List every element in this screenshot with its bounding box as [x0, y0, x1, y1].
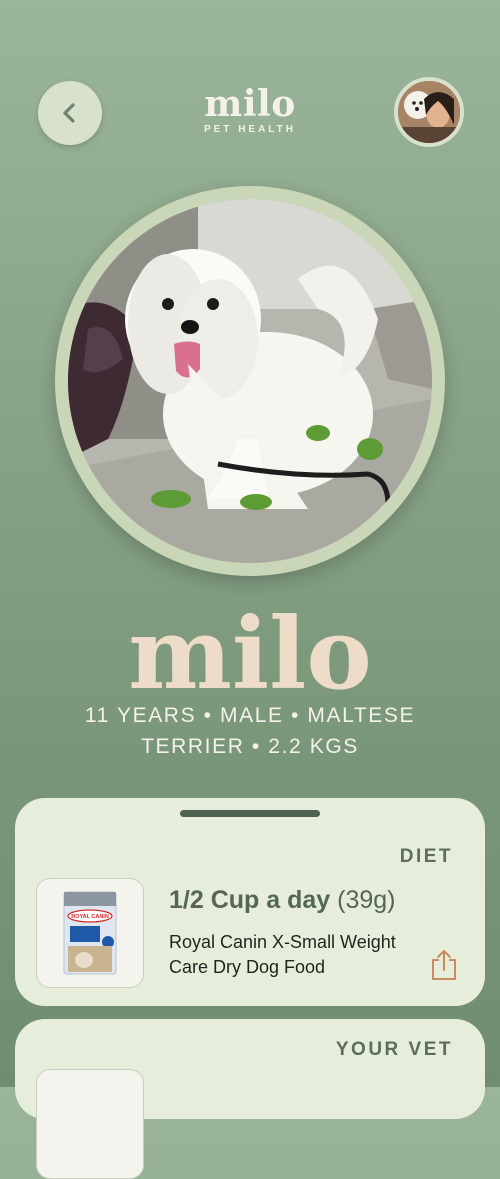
avatar-photo	[398, 81, 460, 143]
share-button[interactable]	[429, 948, 459, 982]
royal-canin-logo-text: ROYAL CANIN	[71, 914, 109, 920]
diet-amount-grams: (39g)	[337, 886, 396, 914]
drag-handle[interactable]	[180, 810, 320, 817]
food-product-image: ROYAL CANIN	[36, 878, 144, 988]
food-bag-image: ROYAL CANIN	[63, 891, 117, 975]
user-avatar[interactable]	[394, 77, 464, 147]
diet-food-name: Royal Canin X-Small Weight Care Dry Dog …	[169, 932, 396, 977]
pet-photo-image	[68, 199, 432, 563]
diet-card[interactable]: DIET ROYAL CANIN 1/2 Cup a day (39g) Roy…	[15, 798, 485, 1006]
vet-card[interactable]: YOUR VET	[15, 1019, 485, 1179]
diet-amount: 1/2 Cup a day (39g)	[169, 886, 396, 915]
share-icon	[432, 950, 456, 980]
diet-amount-value: 1/2 Cup a day	[169, 886, 331, 914]
vet-card-title: YOUR VET	[335, 1039, 453, 1060]
diet-card-title: DIET	[399, 846, 453, 867]
pet-name: milo	[128, 597, 372, 712]
pet-photo[interactable]	[68, 199, 432, 563]
vet-image	[36, 1069, 144, 1179]
pet-details: 11 YEARS • MALE • MALTESE TERRIER • 2.2 …	[84, 704, 416, 758]
